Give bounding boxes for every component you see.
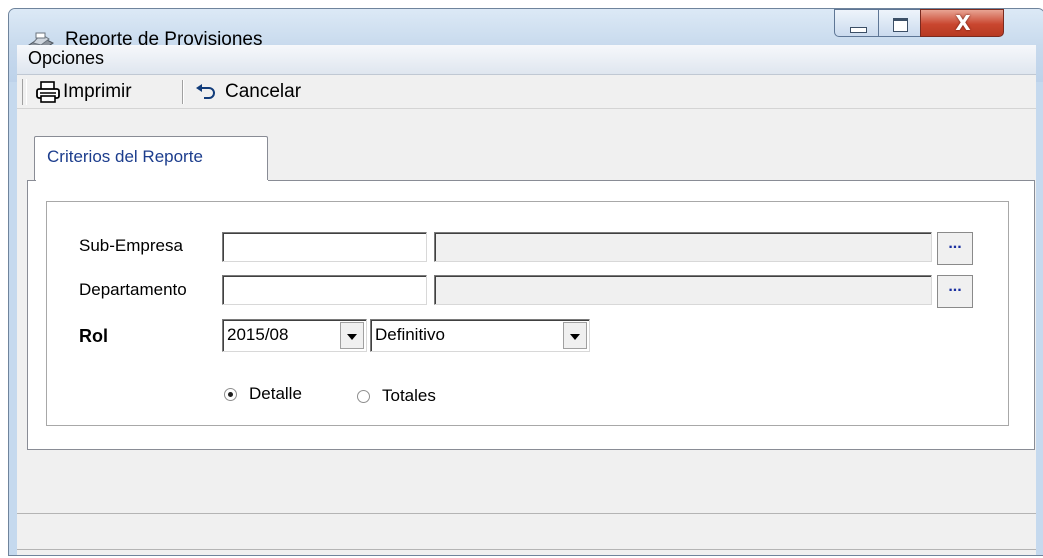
print-button[interactable]: Imprimir (35, 78, 132, 105)
chevron-down-icon (570, 334, 580, 340)
undo-arrow-icon (196, 83, 215, 99)
toolbar-separator (182, 80, 184, 104)
sub-empresa-label: Sub-Empresa (79, 236, 183, 255)
rol-period-value: 2015/08 (227, 325, 289, 344)
sub-empresa-lookup-button[interactable]: ... (937, 232, 973, 265)
minimize-icon (850, 27, 867, 33)
printer-icon (36, 80, 60, 103)
chevron-down-icon (347, 334, 357, 340)
window-client-area: Opciones Imprimir Cancelar Criterios del… (17, 45, 1036, 555)
criteria-group: Sub-Empresa ... Departamento ... Rol 201… (46, 201, 1009, 426)
radio-unchecked-icon (357, 389, 370, 403)
radio-checked-icon (224, 387, 237, 401)
totales-radio[interactable]: Totales (357, 386, 436, 406)
rol-type-select[interactable]: Definitivo (370, 319, 590, 352)
close-button[interactable]: X (920, 9, 1004, 37)
cancel-button[interactable]: Cancelar (195, 78, 301, 105)
sub-empresa-description-field (434, 232, 932, 262)
rol-type-dropdown-button[interactable] (563, 322, 587, 349)
status-bar-divider (17, 513, 1036, 514)
close-icon: X (955, 11, 971, 35)
maximize-icon (893, 18, 908, 32)
status-bar (17, 549, 1036, 550)
tab-criterios-del-reporte[interactable]: Criterios del Reporte (34, 136, 268, 180)
maximize-button[interactable] (878, 9, 921, 37)
minimize-button[interactable] (834, 9, 879, 37)
sub-empresa-code-input[interactable] (222, 232, 427, 262)
tab-page: Sub-Empresa ... Departamento ... Rol 201… (27, 143, 1035, 450)
totales-label: Totales (382, 386, 436, 405)
cancel-label: Cancelar (225, 80, 302, 102)
toolbar: Imprimir Cancelar (17, 75, 1036, 109)
print-label: Imprimir (63, 80, 132, 102)
tab-label: Criterios del Reporte (47, 147, 203, 166)
menu-opciones[interactable]: Opciones (28, 48, 104, 69)
rol-period-select[interactable]: 2015/08 (222, 319, 367, 352)
rol-label: Rol (79, 326, 108, 346)
detalle-radio[interactable]: Detalle (224, 384, 302, 404)
menu-bar: Opciones (17, 45, 1036, 75)
detalle-label: Detalle (249, 384, 302, 403)
departamento-code-input[interactable] (222, 275, 427, 305)
toolbar-grip[interactable] (22, 79, 27, 105)
rol-period-dropdown-button[interactable] (340, 322, 364, 349)
rol-type-value: Definitivo (375, 325, 445, 344)
tab-control: Criterios del Reporte Sub-Empresa ... De… (17, 109, 1036, 555)
departamento-label: Departamento (79, 280, 187, 299)
departamento-description-field (434, 275, 932, 305)
departamento-lookup-button[interactable]: ... (937, 275, 973, 308)
report-window: Reporte de Provisiones X Opciones Imprim… (8, 8, 1043, 556)
window-controls: X (834, 9, 1009, 45)
